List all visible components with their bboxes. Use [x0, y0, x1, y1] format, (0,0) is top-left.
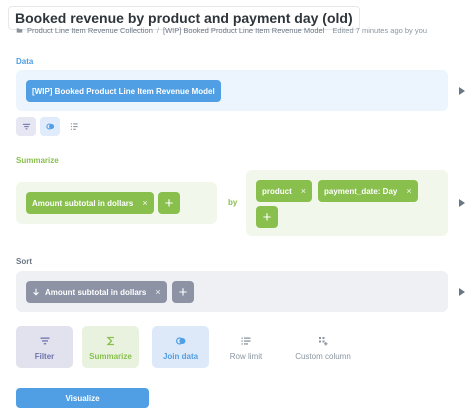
breadcrumb-model[interactable]: [WIP] Booked Product Line Item Revenue M… — [163, 26, 324, 35]
summarize-breakouts: product × payment_date: Day × + — [246, 170, 448, 236]
remove-breakout-icon[interactable]: × — [406, 186, 411, 196]
breakout-pill-product[interactable]: product × — [256, 180, 313, 202]
remove-breakout-icon[interactable]: × — [301, 186, 306, 196]
by-label: by — [228, 198, 238, 207]
data-source-pill[interactable]: [WIP] Booked Product Line Item Revenue M… — [26, 80, 221, 102]
breadcrumb-collection[interactable]: Product Line Item Revenue Collection — [27, 26, 153, 35]
add-breakout-button[interactable]: + — [256, 206, 278, 228]
row-limit-icon — [241, 336, 251, 346]
data-step: [WIP] Booked Product Line Item Revenue M… — [16, 70, 448, 111]
sort-step: Amount subtotal in dollars × + — [16, 271, 448, 312]
join-action-label: Join data — [162, 352, 199, 361]
join-icon — [45, 122, 55, 131]
custom-column-icon — [318, 336, 328, 346]
summarize-step-label: Summarize — [16, 156, 59, 165]
last-edited[interactable]: Edited 7 minutes ago by you — [332, 26, 427, 35]
sort-descending-icon — [32, 288, 40, 296]
metric-label: Amount subtotal in dollars — [32, 198, 134, 208]
row-limit-action-button[interactable]: Row limit — [217, 326, 275, 368]
sigma-icon — [105, 336, 116, 346]
sort-step-label: Sort — [16, 257, 32, 266]
filter-icon — [40, 336, 50, 346]
breakout-label: product — [262, 186, 292, 196]
summarize-metrics: Amount subtotal in dollars × + — [16, 182, 217, 224]
custom-column-action-label: Custom column — [295, 352, 351, 361]
question-title[interactable]: Booked revenue by product and payment da… — [15, 10, 353, 26]
filter-action-label: Filter — [34, 352, 55, 361]
join-action-button[interactable]: Join data — [152, 326, 209, 368]
summarize-preview-icon[interactable] — [459, 199, 465, 207]
data-source-label: [WIP] Booked Product Line Item Revenue M… — [32, 86, 215, 96]
sort-label: Amount subtotal in dollars — [45, 287, 147, 297]
metric-pill[interactable]: Amount subtotal in dollars × — [26, 192, 154, 214]
remove-sort-icon[interactable]: × — [155, 287, 160, 297]
sort-preview-icon[interactable] — [459, 288, 465, 296]
breadcrumb-separator: / — [156, 26, 159, 35]
summarize-action-label: Summarize — [89, 352, 132, 361]
collection-icon — [16, 27, 23, 34]
filter-action-button[interactable]: Filter — [16, 326, 73, 368]
join-mini-button[interactable] — [40, 117, 60, 136]
breakout-pill-payment-date[interactable]: payment_date: Day × — [318, 180, 418, 202]
row-limit-action-label: Row limit — [229, 352, 263, 361]
custom-column-action-button[interactable]: Custom column — [288, 326, 358, 368]
row-limit-icon — [70, 122, 79, 131]
sort-pill[interactable]: Amount subtotal in dollars × — [26, 281, 167, 303]
breakout-label: payment_date: Day — [324, 186, 398, 196]
add-sort-button[interactable]: + — [172, 281, 194, 303]
data-step-label: Data — [16, 57, 34, 66]
remove-metric-icon[interactable]: × — [142, 198, 147, 208]
row-limit-mini-button[interactable] — [64, 117, 84, 136]
summarize-action-button[interactable]: Summarize — [82, 326, 139, 368]
visualize-button[interactable]: Visualize — [16, 388, 149, 408]
data-preview-icon[interactable] — [459, 87, 465, 95]
breadcrumb: Product Line Item Revenue Collection / [… — [16, 26, 427, 35]
join-icon — [175, 336, 186, 346]
filter-icon — [22, 122, 31, 131]
filter-mini-button[interactable] — [16, 117, 36, 136]
add-metric-button[interactable]: + — [158, 192, 180, 214]
